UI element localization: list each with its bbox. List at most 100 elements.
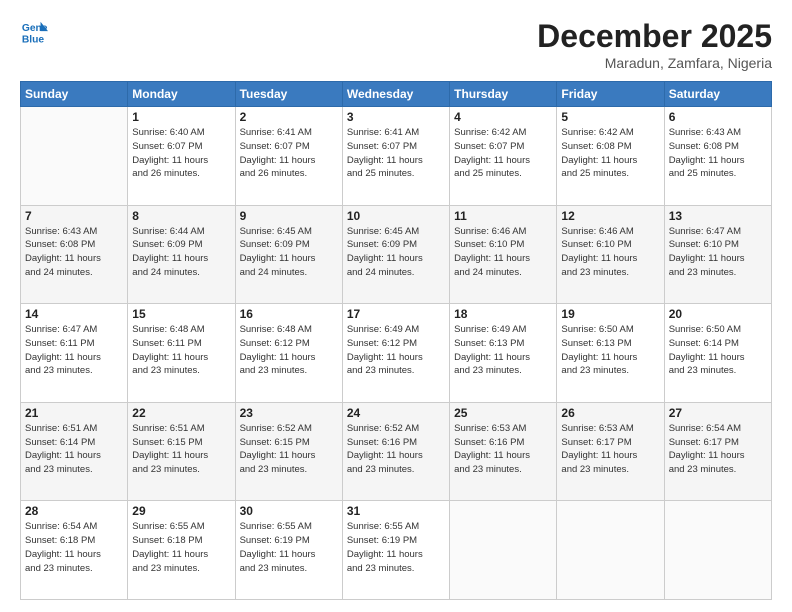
calendar-cell: 14 Sunrise: 6:47 AM Sunset: 6:11 PM Dayli… xyxy=(21,304,128,403)
cell-info: Sunrise: 6:54 AM Sunset: 6:17 PM Dayligh… xyxy=(669,422,767,477)
calendar-cell: 29Sunrise: 6:55 AM Sunset: 6:18 PM Dayli… xyxy=(128,501,235,600)
day-number: 22 xyxy=(132,406,230,420)
day-number: 11 xyxy=(454,209,552,223)
day-number: 17 xyxy=(347,307,445,321)
day-number: 12 xyxy=(561,209,659,223)
day-number: 21 xyxy=(25,406,123,420)
day-number: 14 xyxy=(25,307,123,321)
day-number: 3 xyxy=(347,110,445,124)
calendar-cell: 2Sunrise: 6:41 AM Sunset: 6:07 PM Daylig… xyxy=(235,107,342,206)
calendar-cell: 30 Sunrise: 6:55 AM Sunset: 6:19 PM Dayli… xyxy=(235,501,342,600)
calendar-week-row: 28 Sunrise: 6:54 AM Sunset: 6:18 PM Dayli… xyxy=(21,501,772,600)
cell-info: Sunrise: 6:45 AM Sunset: 6:09 PM Dayligh… xyxy=(347,225,445,280)
calendar-cell: 27 Sunrise: 6:54 AM Sunset: 6:17 PM Dayli… xyxy=(664,402,771,501)
cell-info: Sunrise: 6:47 AM Sunset: 6:11 PM Dayligh… xyxy=(25,323,123,378)
calendar-cell: 12Sunrise: 6:46 AM Sunset: 6:10 PM Dayli… xyxy=(557,205,664,304)
cell-info: Sunrise: 6:48 AM Sunset: 6:11 PM Dayligh… xyxy=(132,323,230,378)
calendar-cell: 8 Sunrise: 6:44 AM Sunset: 6:09 PM Daylig… xyxy=(128,205,235,304)
cell-info: Sunrise: 6:49 AM Sunset: 6:12 PM Dayligh… xyxy=(347,323,445,378)
cell-info: Sunrise: 6:51 AM Sunset: 6:14 PM Dayligh… xyxy=(25,422,123,477)
cell-info: Sunrise: 6:50 AM Sunset: 6:13 PM Dayligh… xyxy=(561,323,659,378)
day-number: 29 xyxy=(132,504,230,518)
cell-info: Sunrise: 6:42 AM Sunset: 6:08 PM Dayligh… xyxy=(561,126,659,181)
calendar-cell: 17 Sunrise: 6:49 AM Sunset: 6:12 PM Dayli… xyxy=(342,304,449,403)
day-number: 25 xyxy=(454,406,552,420)
calendar-header-row: SundayMondayTuesdayWednesdayThursdayFrid… xyxy=(21,82,772,107)
calendar-cell: 7 Sunrise: 6:43 AM Sunset: 6:08 PM Daylig… xyxy=(21,205,128,304)
day-number: 13 xyxy=(669,209,767,223)
day-number: 9 xyxy=(240,209,338,223)
day-number: 16 xyxy=(240,307,338,321)
calendar-cell xyxy=(557,501,664,600)
calendar-cell: 18 Sunrise: 6:49 AM Sunset: 6:13 PM Dayli… xyxy=(450,304,557,403)
calendar-cell xyxy=(450,501,557,600)
month-title: December 2025 xyxy=(537,18,772,55)
calendar-cell: 21 Sunrise: 6:51 AM Sunset: 6:14 PM Dayli… xyxy=(21,402,128,501)
calendar-cell xyxy=(664,501,771,600)
calendar-cell: 28 Sunrise: 6:54 AM Sunset: 6:18 PM Dayli… xyxy=(21,501,128,600)
calendar-cell: 6 Sunrise: 6:43 AM Sunset: 6:08 PM Daylig… xyxy=(664,107,771,206)
col-header-sunday: Sunday xyxy=(21,82,128,107)
day-number: 8 xyxy=(132,209,230,223)
day-number: 6 xyxy=(669,110,767,124)
day-number: 27 xyxy=(669,406,767,420)
calendar-cell: 10 Sunrise: 6:45 AM Sunset: 6:09 PM Dayli… xyxy=(342,205,449,304)
calendar-cell: 25 Sunrise: 6:53 AM Sunset: 6:16 PM Dayli… xyxy=(450,402,557,501)
day-number: 31 xyxy=(347,504,445,518)
cell-info: Sunrise: 6:50 AM Sunset: 6:14 PM Dayligh… xyxy=(669,323,767,378)
cell-info: Sunrise: 6:41 AM Sunset: 6:07 PM Dayligh… xyxy=(347,126,445,181)
day-number: 15 xyxy=(132,307,230,321)
col-header-tuesday: Tuesday xyxy=(235,82,342,107)
title-block: December 2025 Maradun, Zamfara, Nigeria xyxy=(537,18,772,71)
calendar-cell: 22Sunrise: 6:51 AM Sunset: 6:15 PM Dayli… xyxy=(128,402,235,501)
col-header-monday: Monday xyxy=(128,82,235,107)
calendar-table: SundayMondayTuesdayWednesdayThursdayFrid… xyxy=(20,81,772,600)
cell-info: Sunrise: 6:44 AM Sunset: 6:09 PM Dayligh… xyxy=(132,225,230,280)
cell-info: Sunrise: 6:43 AM Sunset: 6:08 PM Dayligh… xyxy=(669,126,767,181)
calendar-cell: 4 Sunrise: 6:42 AM Sunset: 6:07 PM Daylig… xyxy=(450,107,557,206)
day-number: 10 xyxy=(347,209,445,223)
day-number: 5 xyxy=(561,110,659,124)
day-number: 20 xyxy=(669,307,767,321)
cell-info: Sunrise: 6:41 AM Sunset: 6:07 PM Dayligh… xyxy=(240,126,338,181)
location: Maradun, Zamfara, Nigeria xyxy=(537,55,772,71)
calendar-cell: 20 Sunrise: 6:50 AM Sunset: 6:14 PM Dayli… xyxy=(664,304,771,403)
svg-text:Blue: Blue xyxy=(22,34,45,45)
logo-icon: General Blue xyxy=(20,18,48,46)
cell-info: Sunrise: 6:55 AM Sunset: 6:19 PM Dayligh… xyxy=(240,520,338,575)
calendar-cell xyxy=(21,107,128,206)
cell-info: Sunrise: 6:40 AM Sunset: 6:07 PM Dayligh… xyxy=(132,126,230,181)
day-number: 28 xyxy=(25,504,123,518)
calendar-cell: 24Sunrise: 6:52 AM Sunset: 6:16 PM Dayli… xyxy=(342,402,449,501)
cell-info: Sunrise: 6:54 AM Sunset: 6:18 PM Dayligh… xyxy=(25,520,123,575)
day-number: 7 xyxy=(25,209,123,223)
cell-info: Sunrise: 6:53 AM Sunset: 6:16 PM Dayligh… xyxy=(454,422,552,477)
calendar-cell: 9Sunrise: 6:45 AM Sunset: 6:09 PM Daylig… xyxy=(235,205,342,304)
cell-info: Sunrise: 6:55 AM Sunset: 6:19 PM Dayligh… xyxy=(347,520,445,575)
col-header-saturday: Saturday xyxy=(664,82,771,107)
calendar-cell: 13Sunrise: 6:47 AM Sunset: 6:10 PM Dayli… xyxy=(664,205,771,304)
calendar-cell: 15 Sunrise: 6:48 AM Sunset: 6:11 PM Dayli… xyxy=(128,304,235,403)
cell-info: Sunrise: 6:42 AM Sunset: 6:07 PM Dayligh… xyxy=(454,126,552,181)
cell-info: Sunrise: 6:52 AM Sunset: 6:16 PM Dayligh… xyxy=(347,422,445,477)
cell-info: Sunrise: 6:48 AM Sunset: 6:12 PM Dayligh… xyxy=(240,323,338,378)
calendar-cell: 1Sunrise: 6:40 AM Sunset: 6:07 PM Daylig… xyxy=(128,107,235,206)
cell-info: Sunrise: 6:49 AM Sunset: 6:13 PM Dayligh… xyxy=(454,323,552,378)
day-number: 4 xyxy=(454,110,552,124)
col-header-wednesday: Wednesday xyxy=(342,82,449,107)
calendar-cell: 3 Sunrise: 6:41 AM Sunset: 6:07 PM Daylig… xyxy=(342,107,449,206)
calendar-week-row: 1Sunrise: 6:40 AM Sunset: 6:07 PM Daylig… xyxy=(21,107,772,206)
cell-info: Sunrise: 6:46 AM Sunset: 6:10 PM Dayligh… xyxy=(454,225,552,280)
col-header-friday: Friday xyxy=(557,82,664,107)
calendar-week-row: 7 Sunrise: 6:43 AM Sunset: 6:08 PM Daylig… xyxy=(21,205,772,304)
calendar-cell: 26Sunrise: 6:53 AM Sunset: 6:17 PM Dayli… xyxy=(557,402,664,501)
day-number: 26 xyxy=(561,406,659,420)
cell-info: Sunrise: 6:43 AM Sunset: 6:08 PM Dayligh… xyxy=(25,225,123,280)
day-number: 18 xyxy=(454,307,552,321)
cell-info: Sunrise: 6:52 AM Sunset: 6:15 PM Dayligh… xyxy=(240,422,338,477)
day-number: 19 xyxy=(561,307,659,321)
logo: General Blue xyxy=(20,18,48,46)
calendar-cell: 31 Sunrise: 6:55 AM Sunset: 6:19 PM Dayli… xyxy=(342,501,449,600)
day-number: 30 xyxy=(240,504,338,518)
calendar-cell: 5 Sunrise: 6:42 AM Sunset: 6:08 PM Daylig… xyxy=(557,107,664,206)
